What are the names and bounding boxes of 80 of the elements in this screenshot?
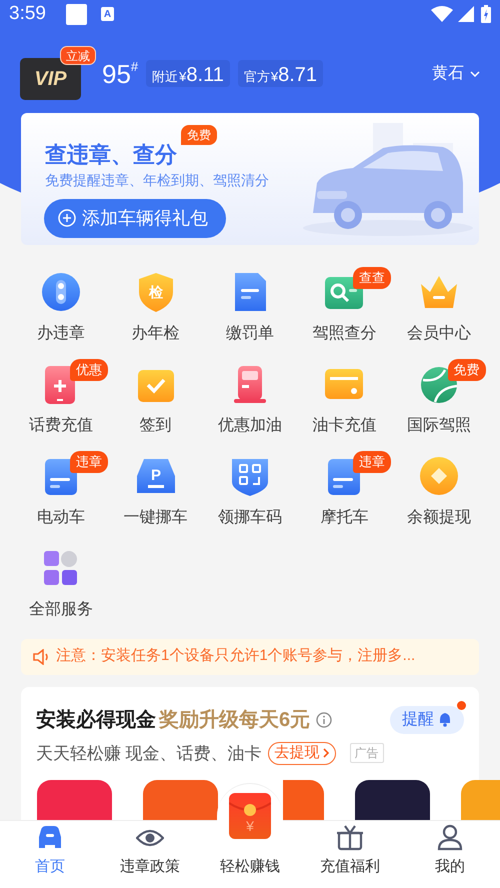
chevron-right-icon	[322, 748, 329, 758]
app-icon[interactable]	[355, 780, 430, 820]
service-badge: 违章	[353, 450, 392, 473]
service-label: 办年检	[132, 324, 180, 344]
service-item[interactable]: 检 办年检	[108, 268, 203, 345]
service-label: 签到	[140, 416, 172, 436]
gift-icon	[336, 824, 364, 852]
service-item[interactable]: 优惠加油	[202, 360, 298, 437]
service-badge: 优惠	[70, 358, 108, 381]
add-vehicle-button[interactable]: 添加车辆得礼包	[44, 198, 226, 238]
service-label: 驾照查分	[312, 324, 376, 344]
plus-circle-icon	[58, 209, 76, 227]
service-label: 领挪车码	[218, 508, 282, 528]
service-item[interactable]: P 一键挪车	[108, 452, 203, 529]
service-item[interactable]: 违章 摩托车	[297, 452, 392, 529]
banner-card[interactable]: 查违章、查分 免费 免费提醒违章、年检到期、驾照清分 添加车辆得礼包	[21, 112, 479, 245]
coin-icon	[418, 456, 459, 496]
service-item[interactable]: 缴罚单	[202, 268, 298, 345]
signal-icon	[458, 6, 474, 22]
fuel-grade: 95	[102, 58, 131, 88]
free-badge: 免费	[181, 124, 217, 144]
service-label: 电动车	[37, 508, 86, 528]
service-label: 余额提现	[406, 508, 471, 528]
speaker-icon	[33, 648, 50, 665]
promo-title: 安装必得现金	[36, 708, 156, 732]
fuel-grade-mark: #	[130, 60, 138, 72]
promo-highlight: 奖励升级每天6元	[159, 708, 310, 732]
remind-button[interactable]: 提醒	[390, 706, 464, 734]
service-item[interactable]: 余额提现	[392, 452, 486, 529]
service-label: 缴罚单	[226, 324, 274, 344]
service-label: 全部服务	[29, 600, 94, 620]
keyboard-icon: A	[100, 7, 114, 22]
nav-tab[interactable]: 违章政策	[100, 821, 200, 888]
service-label: 国际驾照	[406, 416, 471, 436]
envelope-icon: ¥	[229, 793, 271, 839]
battery-icon	[481, 5, 491, 24]
price-value: 8.71	[278, 63, 318, 88]
discount-badge: 立减	[60, 46, 96, 64]
bell-icon	[438, 712, 452, 727]
banner-title: 查违章、查分	[45, 140, 177, 168]
notification-icon	[66, 4, 87, 25]
service-badge: 查查	[353, 266, 392, 289]
info-icon[interactable]	[316, 712, 332, 728]
notice-text: 注意：安装任务1个设备只允许1个账号参与，注册多...	[56, 646, 416, 666]
service-item[interactable]: 查查 驾照查分	[297, 268, 392, 345]
service-label: 摩托车	[320, 508, 368, 528]
nav-tab[interactable]: 我的	[400, 821, 500, 888]
service-item[interactable]: 会员中心	[392, 268, 486, 345]
price-value: 8.11	[186, 63, 224, 88]
service-label: 话费充值	[29, 416, 94, 436]
service-item[interactable]: 办违章	[14, 268, 108, 345]
service-label: 办违章	[37, 324, 86, 344]
service-item[interactable]: 优惠 话费充值	[14, 360, 108, 437]
banner-subtitle: 免费提醒违章、年检到期、驾照清分	[45, 170, 269, 190]
service-label: 油卡充值	[312, 416, 376, 436]
nav-tab[interactable]: 首页	[0, 821, 100, 888]
service-item[interactable]: 签到	[108, 360, 203, 437]
service-item[interactable]: 全部服务	[14, 544, 108, 621]
service-label: 会员中心	[406, 324, 471, 344]
city-selector[interactable]: 黄石	[432, 62, 480, 86]
service-badge: 违章	[70, 450, 108, 473]
person-icon	[436, 824, 464, 852]
service-badge: 免费	[448, 358, 486, 381]
chevron-down-icon	[470, 70, 480, 76]
wifi-icon	[431, 6, 453, 22]
currency-sign: ¥	[179, 68, 186, 86]
price-label: 官方	[244, 68, 270, 86]
service-label: 一键挪车	[124, 508, 188, 528]
service-item[interactable]: 违章 电动车	[14, 452, 108, 529]
service-item[interactable]: 油卡充值	[297, 360, 392, 437]
currency-sign: ¥	[270, 68, 278, 86]
service-item[interactable]: 免费 国际驾照	[392, 360, 486, 437]
service-label: 优惠加油	[218, 416, 282, 436]
promo-subtitle: 天天轻松赚 现金、话费、油卡	[36, 742, 262, 764]
nav-tab[interactable]: 充值福利	[300, 821, 400, 888]
service-item[interactable]: 领挪车码	[202, 452, 298, 529]
ad-tag: 广告	[350, 743, 384, 764]
price-label: 附近	[152, 68, 178, 86]
clock: 3:59	[9, 2, 46, 26]
circle-icon	[41, 272, 82, 312]
